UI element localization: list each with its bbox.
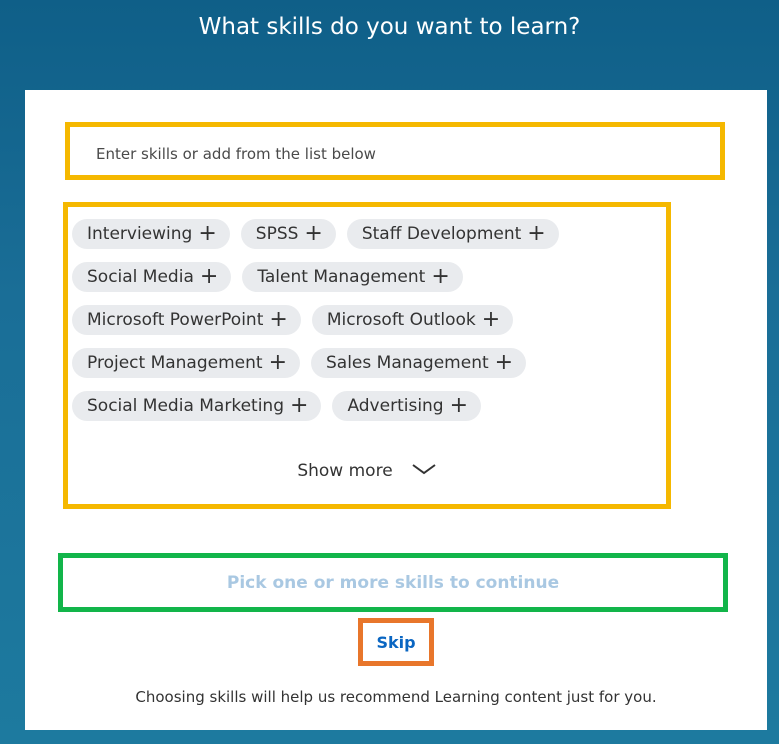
chevron-down-icon [411,461,437,481]
footer-note: Choosing skills will help us recommend L… [135,688,657,706]
skill-chip-label: Interviewing [87,224,193,244]
skill-chip[interactable]: Talent Management + [242,262,463,292]
skill-chip-label: Sales Management [326,353,489,373]
plus-icon: + [290,393,309,418]
skill-chip[interactable]: Social Media + [72,262,232,292]
skill-chip-label: Advertising [347,396,444,416]
skill-chip-label: Social Media Marketing [87,396,284,416]
skill-chip[interactable]: Microsoft Outlook + [311,305,514,335]
plus-icon: + [494,350,514,375]
plus-icon: + [527,221,546,246]
skill-chip-label: Project Management [87,353,263,373]
skill-chip[interactable]: Project Management + [72,348,300,378]
skill-chip[interactable]: Microsoft PowerPoint + [72,305,301,335]
skip-annotation-box: Skip [358,618,434,666]
plus-icon: + [198,221,217,246]
plus-icon: + [431,264,450,289]
continue-button[interactable]: Pick one or more skills to continue [221,572,565,594]
skill-chip-label: Microsoft PowerPoint [87,310,264,330]
page-title: What skills do you want to learn? [198,14,581,40]
skill-chip[interactable]: Social Media Marketing + [72,391,322,421]
skill-chip-label: Social Media [87,267,194,287]
skip-button[interactable]: Skip [376,633,415,652]
plus-icon: + [304,221,323,246]
skill-chip-label: Talent Management [257,267,426,287]
skill-chip[interactable]: Sales Management + [311,348,527,378]
continue-annotation-box: Pick one or more skills to continue [58,553,728,612]
skills-search-input[interactable] [94,141,698,167]
skill-chip[interactable]: SPSS + [240,219,336,249]
skills-card: Interviewing+SPSS+Staff Development+Soci… [25,90,767,730]
skill-chip[interactable]: Staff Development + [346,219,559,249]
skill-chip-label: Staff Development [361,224,522,244]
plus-icon: + [268,350,287,375]
skills-suggestions-box: Interviewing + SPSS + Staff Development + Soci… [63,202,671,509]
skill-chip-label: Microsoft Outlook [326,310,476,330]
skill-chip-list: Interviewing + SPSS + Staff Development + Soci… [72,219,632,421]
show-more-label: Show more [297,461,393,481]
skill-chip[interactable]: Advertising + [332,391,482,421]
plus-icon: + [449,393,469,418]
plus-icon: + [481,307,501,332]
skill-chip[interactable]: Interviewing + [72,219,230,249]
plus-icon: + [199,264,219,289]
search-annotation-box [65,122,725,180]
show-more-button[interactable]: Show more [68,461,666,481]
plus-icon: + [269,307,288,332]
skill-chip-label: SPSS [255,224,299,244]
